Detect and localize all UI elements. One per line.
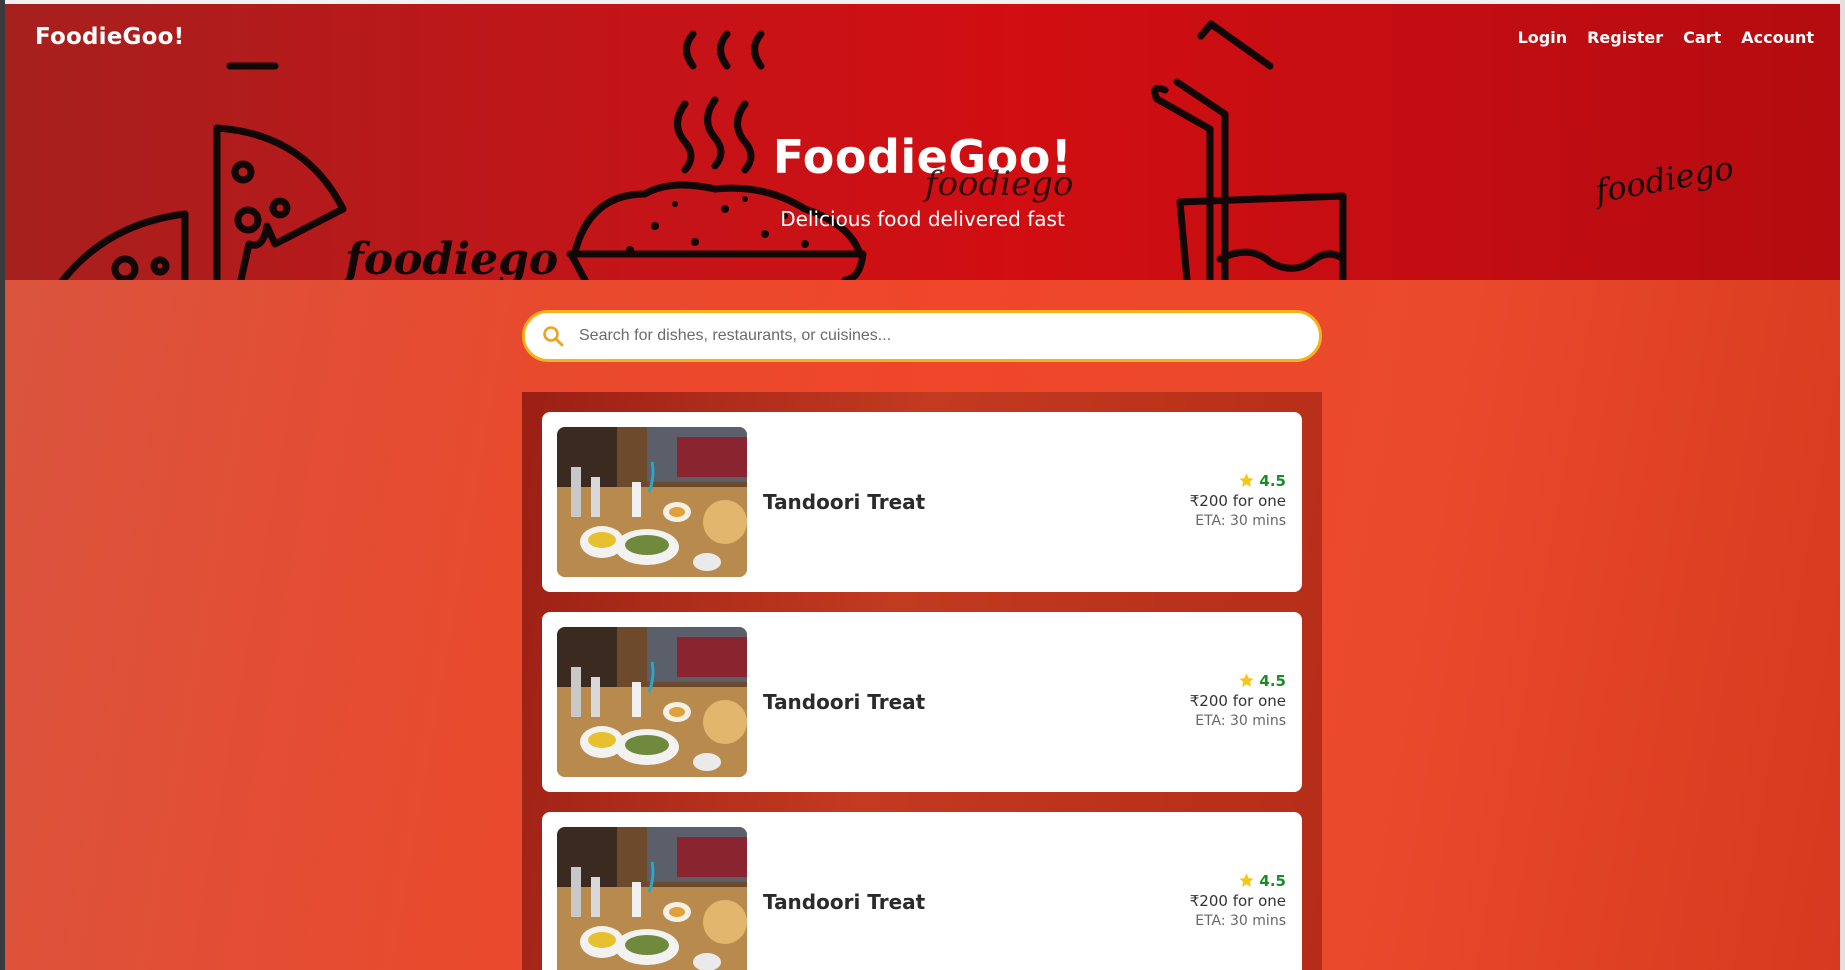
price-for-one: ₹200 for one xyxy=(1189,892,1286,910)
decor-text-left: foodiego xyxy=(342,234,558,280)
nav-register-link[interactable]: Register xyxy=(1587,28,1663,47)
page-viewport: foodiego foodiego FoodieGoo! Login Regis… xyxy=(5,4,1840,970)
restaurant-meta: 4.5 ₹200 for one ETA: 30 mins xyxy=(1189,870,1286,930)
search-icon xyxy=(543,326,564,347)
delivery-eta: ETA: 30 mins xyxy=(1195,713,1286,729)
restaurant-meta: 4.5 ₹200 for one ETA: 30 mins xyxy=(1189,470,1286,530)
restaurant-card[interactable]: Tandoori Treat 4.5 ₹200 for one ETA: 30 … xyxy=(542,412,1302,592)
brand-logo[interactable]: FoodieGoo! xyxy=(35,24,184,50)
restaurant-list: Tandoori Treat 4.5 ₹200 for one ETA: 30 … xyxy=(522,392,1322,970)
restaurant-image[interactable] xyxy=(557,627,747,777)
restaurant-name[interactable]: Tandoori Treat xyxy=(763,612,925,792)
restaurant-image[interactable] xyxy=(557,427,747,577)
rating-badge: 4.5 xyxy=(1190,470,1286,491)
star-icon xyxy=(1239,873,1255,887)
top-nav: Login Register Cart Account xyxy=(1518,28,1814,47)
nav-account-link[interactable]: Account xyxy=(1741,28,1814,47)
restaurant-meta: 4.5 ₹200 for one ETA: 30 mins xyxy=(1189,670,1286,730)
nav-cart-link[interactable]: Cart xyxy=(1683,28,1721,47)
restaurant-card[interactable]: Tandoori Treat 4.5 ₹200 for one ETA: 30 … xyxy=(542,812,1302,970)
search-input[interactable] xyxy=(579,327,1299,345)
price-for-one: ₹200 for one xyxy=(1189,492,1286,510)
rating-value: 4.5 xyxy=(1259,871,1286,890)
hero-title: FoodieGoo! xyxy=(772,130,1073,184)
delivery-eta: ETA: 30 mins xyxy=(1195,513,1286,529)
nav-login-link[interactable]: Login xyxy=(1518,28,1568,47)
search-bar[interactable] xyxy=(522,310,1322,362)
rating-value: 4.5 xyxy=(1259,471,1286,490)
rating-value: 4.5 xyxy=(1259,671,1286,690)
hero-script-logo: foodiego xyxy=(925,164,1074,204)
hero-subtitle: Delicious food delivered fast xyxy=(780,207,1065,231)
hero-header: foodiego foodiego FoodieGoo! Login Regis… xyxy=(5,4,1840,280)
restaurant-image[interactable] xyxy=(557,827,747,970)
restaurant-name[interactable]: Tandoori Treat xyxy=(763,812,925,970)
restaurant-name[interactable]: Tandoori Treat xyxy=(763,412,925,592)
price-for-one: ₹200 for one xyxy=(1189,692,1286,710)
star-icon xyxy=(1239,473,1255,487)
rating-badge: 4.5 xyxy=(1190,670,1286,691)
delivery-eta: ETA: 30 mins xyxy=(1195,913,1286,929)
window-scrollbar[interactable] xyxy=(1840,0,1845,970)
restaurant-card[interactable]: Tandoori Treat 4.5 ₹200 for one ETA: 30 … xyxy=(542,612,1302,792)
rating-badge: 4.5 xyxy=(1190,870,1286,891)
star-icon xyxy=(1239,673,1255,687)
